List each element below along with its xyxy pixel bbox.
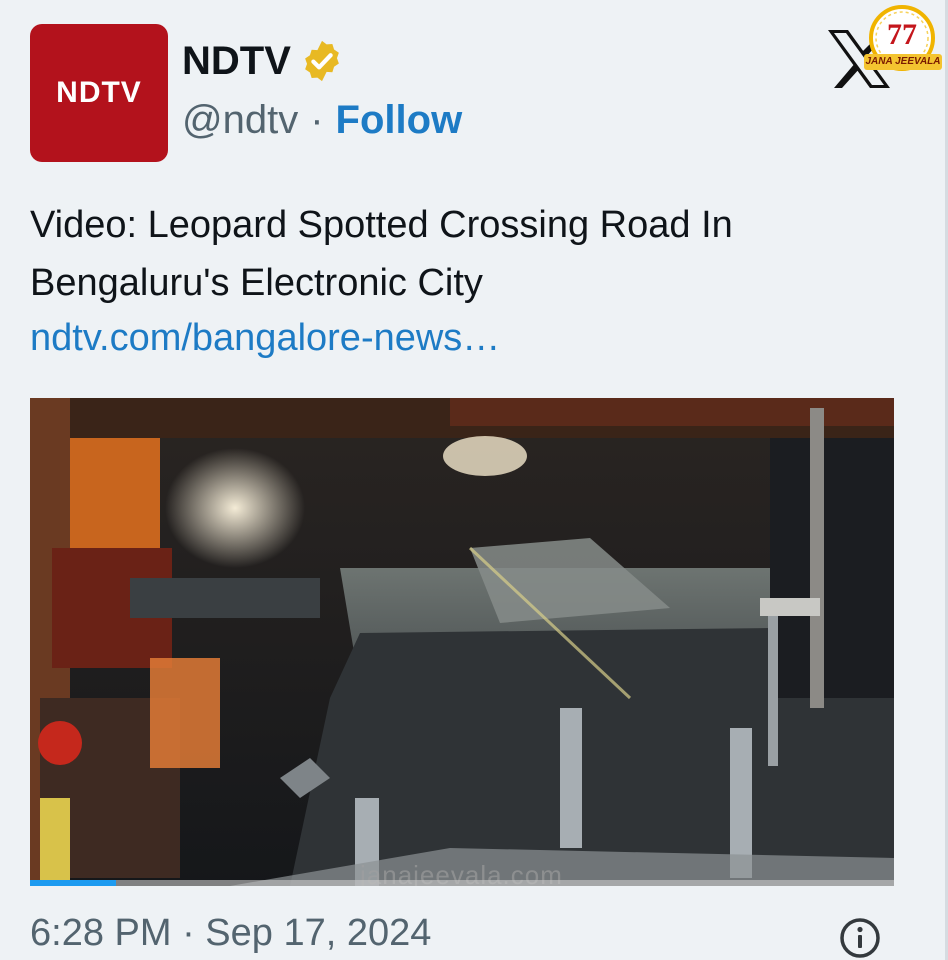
- display-name-row: NDTV: [182, 38, 345, 84]
- video-progress-bar[interactable]: [30, 880, 894, 886]
- handle[interactable]: @ndtv: [182, 98, 298, 143]
- video-frame: [30, 398, 894, 886]
- verified-badge-icon: [305, 40, 339, 82]
- badge-number: 77: [887, 18, 917, 51]
- avatar-logo-text: NDTV: [56, 76, 142, 109]
- display-name[interactable]: NDTV: [182, 39, 291, 84]
- video-player[interactable]: janajeevala.com: [30, 398, 894, 886]
- follow-button[interactable]: Follow: [336, 98, 463, 143]
- badge-ribbon: JANA JEEVALA: [864, 54, 942, 70]
- tweet-card: NDTV NDTV @ndtv · Follow 77 JANA JEEVALA…: [0, 0, 948, 960]
- channel-badge: 77 JANA JEEVALA: [862, 4, 942, 76]
- video-progress-fill: [30, 880, 117, 886]
- info-icon[interactable]: [838, 916, 882, 960]
- tweet-timestamp[interactable]: 6:28 PM · Sep 17, 2024: [30, 912, 431, 955]
- handle-row: @ndtv · Follow: [182, 98, 462, 143]
- tweet-link[interactable]: ndtv.com/bangalore-news…: [30, 312, 500, 364]
- separator-dot: ·: [310, 98, 324, 142]
- avatar[interactable]: NDTV: [30, 24, 168, 162]
- tweet-text: Video: Leopard Spotted Crossing Road In …: [30, 204, 733, 304]
